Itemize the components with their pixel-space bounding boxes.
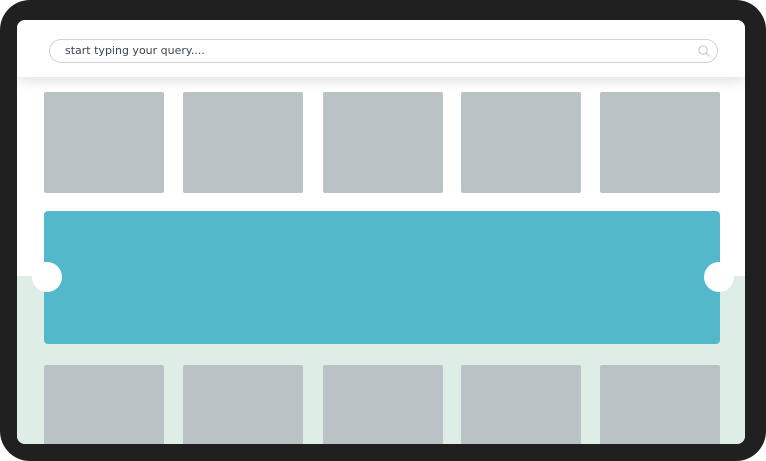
tile[interactable] — [44, 365, 164, 444]
tile[interactable] — [600, 92, 720, 193]
highlight-band — [44, 211, 720, 344]
tile[interactable] — [461, 92, 581, 193]
tile[interactable] — [183, 92, 303, 193]
tile[interactable] — [44, 92, 164, 193]
tile[interactable] — [323, 365, 443, 444]
tile[interactable] — [461, 365, 581, 444]
screen: start typing your query.... — [17, 20, 745, 444]
left-handle[interactable] — [32, 262, 62, 292]
tile[interactable] — [323, 92, 443, 193]
search-header: start typing your query.... — [17, 20, 745, 77]
search-bar[interactable]: start typing your query.... — [49, 39, 718, 63]
search-input[interactable] — [65, 42, 685, 60]
tile[interactable] — [600, 365, 720, 444]
tile[interactable] — [183, 365, 303, 444]
right-handle[interactable] — [704, 262, 734, 292]
search-icon[interactable] — [697, 44, 711, 58]
